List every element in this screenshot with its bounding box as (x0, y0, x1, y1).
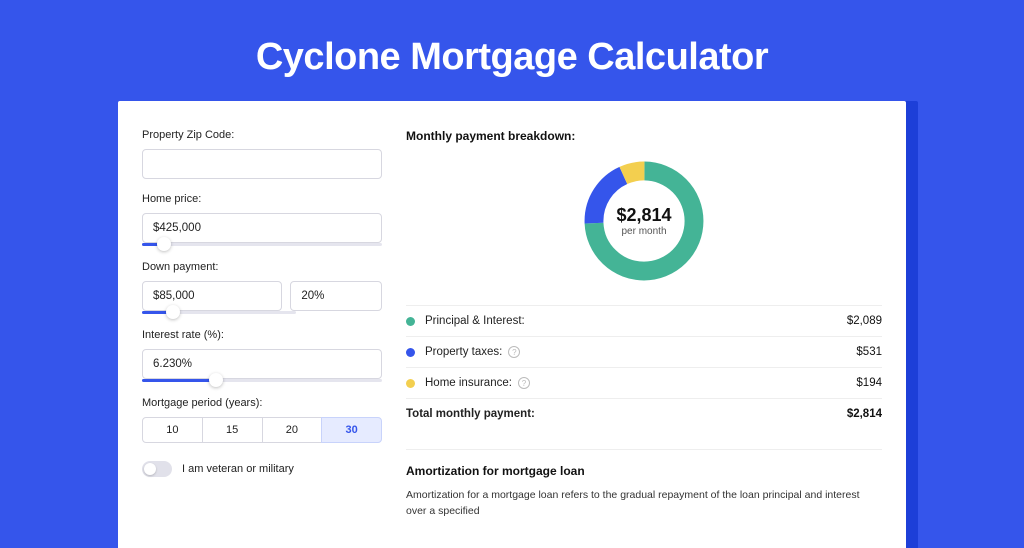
legend-label: Property taxes:? (425, 346, 856, 358)
period-segmented: 10152030 (142, 417, 382, 443)
rate-input[interactable] (142, 349, 382, 379)
period-option-15[interactable]: 15 (202, 417, 263, 443)
zip-group: Property Zip Code: (142, 129, 382, 179)
donut-center: $2,814 per month (616, 205, 671, 237)
legend-label: Principal & Interest: (425, 315, 847, 327)
calculator-card: Property Zip Code: Home price: Down paym… (118, 101, 906, 548)
zip-label: Property Zip Code: (142, 129, 382, 141)
legend-total-row: Total monthly payment:$2,814 (406, 399, 882, 429)
amortization-title: Amortization for mortgage loan (406, 464, 882, 478)
period-option-30[interactable]: 30 (321, 417, 382, 443)
info-icon[interactable]: ? (508, 346, 520, 358)
down-amount-input[interactable] (142, 281, 282, 311)
inputs-column: Property Zip Code: Home price: Down paym… (142, 129, 382, 520)
legend-row: Property taxes:?$531 (406, 337, 882, 368)
results-column: Monthly payment breakdown: $2,814 per mo… (406, 129, 882, 520)
amortization-body: Amortization for a mortgage loan refers … (406, 488, 882, 520)
toggle-knob (144, 463, 156, 475)
home-price-slider[interactable] (142, 241, 382, 247)
amortization-section: Amortization for mortgage loan Amortizat… (406, 449, 882, 520)
period-option-10[interactable]: 10 (142, 417, 203, 443)
zip-input[interactable] (142, 149, 382, 179)
legend-value: $194 (856, 377, 882, 389)
home-price-label: Home price: (142, 193, 382, 205)
rate-label: Interest rate (%): (142, 329, 382, 341)
down-payment-label: Down payment: (142, 261, 382, 273)
period-option-20[interactable]: 20 (262, 417, 323, 443)
donut-center-sub: per month (616, 226, 671, 237)
veteran-row: I am veteran or military (142, 461, 382, 477)
legend-dot (406, 348, 415, 357)
legend-row: Home insurance:?$194 (406, 368, 882, 399)
donut-chart: $2,814 per month (406, 155, 882, 287)
veteran-toggle[interactable] (142, 461, 172, 477)
veteran-label: I am veteran or military (182, 463, 294, 475)
legend-value: $531 (856, 346, 882, 358)
total-label: Total monthly payment: (406, 408, 847, 420)
period-group: Mortgage period (years): 10152030 (142, 397, 382, 443)
legend-row: Principal & Interest:$2,089 (406, 306, 882, 337)
home-price-input[interactable] (142, 213, 382, 243)
breakdown-title: Monthly payment breakdown: (406, 129, 882, 143)
legend: Principal & Interest:$2,089Property taxe… (406, 305, 882, 429)
period-label: Mortgage period (years): (142, 397, 382, 409)
home-price-group: Home price: (142, 193, 382, 247)
rate-group: Interest rate (%): (142, 329, 382, 383)
info-icon[interactable]: ? (518, 377, 530, 389)
legend-dot (406, 379, 415, 388)
legend-dot (406, 317, 415, 326)
page-title: Cyclone Mortgage Calculator (0, 36, 1024, 79)
legend-value: $2,089 (847, 315, 882, 327)
hero: Cyclone Mortgage Calculator (0, 0, 1024, 101)
legend-label: Home insurance:? (425, 377, 856, 389)
down-payment-group: Down payment: (142, 261, 382, 315)
donut-center-value: $2,814 (616, 205, 671, 226)
rate-slider[interactable] (142, 377, 382, 383)
total-value: $2,814 (847, 408, 882, 420)
down-payment-slider[interactable] (142, 309, 296, 315)
down-percent-input[interactable] (290, 281, 382, 311)
